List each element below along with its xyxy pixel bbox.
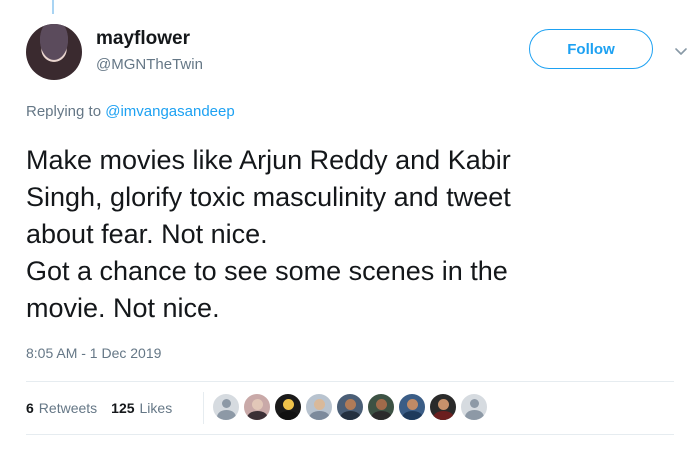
- liker-avatars: [212, 393, 491, 421]
- tweet-timestamp[interactable]: 8:05 AM - 1 Dec 2019: [26, 345, 161, 361]
- retweets-count: 6: [26, 400, 34, 416]
- retweets-label: Retweets: [38, 400, 98, 416]
- replying-to: Replying to @imvangasandeep: [26, 103, 235, 120]
- liker-avatar[interactable]: [398, 393, 426, 421]
- liker-avatar[interactable]: [336, 393, 364, 421]
- liker-avatar[interactable]: [429, 393, 457, 421]
- divider: [203, 392, 204, 424]
- liker-avatar[interactable]: [274, 393, 302, 421]
- author-handle[interactable]: @MGNTheTwin: [96, 56, 203, 73]
- default-avatar-icon[interactable]: [460, 393, 488, 421]
- follow-button[interactable]: Follow: [529, 29, 653, 69]
- author-avatar[interactable]: [26, 24, 82, 80]
- likes-label: Likes: [139, 400, 173, 416]
- tweet-text: Make movies like Arjun Reddy and Kabir S…: [26, 145, 511, 323]
- retweets-stat[interactable]: 6 Retweets: [26, 400, 97, 416]
- reply-mention-link[interactable]: @imvangasandeep: [105, 103, 234, 120]
- divider: [26, 381, 674, 382]
- liker-avatar[interactable]: [367, 393, 395, 421]
- avatar-image: [26, 24, 82, 80]
- default-avatar-icon[interactable]: [212, 393, 240, 421]
- liker-avatar[interactable]: [243, 393, 271, 421]
- replying-prefix: Replying to: [26, 103, 106, 120]
- likes-stat[interactable]: 125 Likes: [111, 400, 172, 416]
- author-display-name[interactable]: mayflower: [96, 28, 190, 50]
- chevron-down-icon[interactable]: [672, 42, 690, 60]
- divider: [26, 434, 674, 435]
- likes-count: 125: [111, 400, 135, 416]
- thread-connector-line: [52, 0, 54, 14]
- liker-avatar[interactable]: [305, 393, 333, 421]
- tweet-stats: 6 Retweets 125 Likes: [26, 399, 186, 417]
